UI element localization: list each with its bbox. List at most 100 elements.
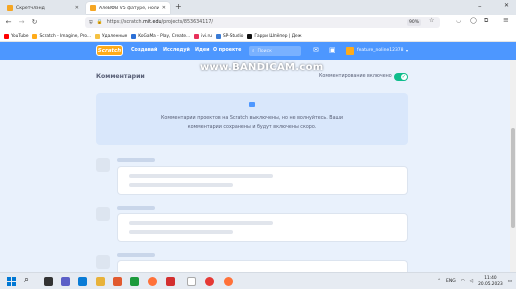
windows-taskbar: ⌕ ⌃ ENG ◠ ◁ 11:40 20.05.2023 ▭ (0, 272, 516, 289)
info-icon (249, 102, 255, 107)
skeleton-line (129, 183, 233, 187)
skeleton-line (129, 221, 273, 225)
skeleton-comment-card (117, 213, 408, 242)
bookmark-label: Удаленные (101, 33, 128, 39)
bookmark-label: KoGaMa - Play, Create... (138, 33, 191, 39)
back-icon[interactable]: ← (4, 18, 13, 26)
scratch-icon (32, 33, 38, 39)
firefox-icon[interactable] (148, 277, 157, 286)
scratch-logo[interactable]: Scratch (96, 45, 123, 56)
reload-icon[interactable]: ↻ (30, 18, 39, 26)
edge-icon[interactable] (78, 277, 87, 286)
file-explorer-icon[interactable] (96, 277, 105, 286)
nav-ideas[interactable]: Идеи (195, 42, 210, 60)
bookmark-label: SP-Studio (222, 33, 244, 39)
skeleton-avatar (96, 207, 110, 221)
search-icon[interactable]: ⌕ (24, 275, 29, 285)
bookmark-scratch[interactable]: Scratch - Imagine, Pro... (32, 33, 91, 39)
scratch-favicon-icon (7, 5, 13, 11)
bookmark-kogama[interactable]: KoGaMa - Play, Create... (131, 33, 191, 39)
nav-about[interactable]: О проекте (213, 42, 241, 60)
system-tray: ⌃ ENG ◠ ◁ 11:40 20.05.2023 ▭ (437, 273, 512, 289)
wifi-icon[interactable]: ◠ (461, 279, 465, 284)
bookmark-label: Гарри Шпёпер | Деж (254, 33, 302, 39)
nav-create[interactable]: Создавай (131, 42, 157, 60)
my-stuff-icon[interactable]: ▣ (329, 46, 336, 54)
sp-studio-icon (215, 33, 221, 39)
account-icon[interactable]: ◯ (470, 17, 477, 24)
chevron-up-icon[interactable]: ⌃ (437, 279, 441, 284)
firefox-active-icon[interactable] (224, 277, 233, 286)
tab-scratchland[interactable]: Скретчлэнд ✕ (3, 2, 83, 14)
menu-icon[interactable]: ≡ (503, 16, 509, 24)
bookmark-ivi[interactable]: ivi.ru (194, 33, 212, 39)
bookmark-harry[interactable]: Гарри Шпёпер | Деж (247, 33, 302, 39)
notice-line: комментарии сохранены и будут включены с… (187, 125, 317, 130)
bookmark-label: Scratch - Imagine, Pro... (39, 33, 91, 39)
youtube-icon (4, 33, 9, 39)
tab-project[interactable]: АлеВФВ V5 фатуре, нолинс ✕ (86, 2, 170, 14)
app-icon[interactable] (166, 277, 175, 286)
skeleton-username (117, 206, 155, 210)
comments-toggle-label: Комментирование включено (319, 74, 392, 79)
comments-title: Комментарии (96, 73, 145, 80)
page-scrollbar[interactable] (510, 60, 516, 272)
comments-disabled-notice: Комментарии проектов на Scratch выключен… (96, 93, 408, 145)
browser-tab-bar: Скретчлэнд ✕ АлеВФВ V5 фатуре, нолинс ✕ … (0, 0, 516, 15)
skeleton-username (117, 158, 155, 162)
address-bar[interactable]: ⛨ 🔒 https://scratch.mit.edu/projects/853… (85, 17, 440, 28)
skeleton-comment-card (117, 166, 408, 195)
close-tab-icon[interactable]: ✕ (162, 5, 166, 11)
tab-label: Скретчлэнд (16, 5, 45, 11)
zoom-level[interactable]: 90% (407, 19, 422, 26)
teams-icon[interactable] (61, 277, 70, 286)
clock-date: 20.05.2023 (478, 281, 503, 287)
bookmark-sp-studio[interactable]: SP-Studio (215, 33, 244, 39)
notice-line: Комментарии проектов на Scratch выключен… (160, 116, 344, 121)
bookmarks-bar: YouTube Scratch - Imagine, Pro... Удален… (0, 31, 516, 42)
messages-icon[interactable]: ✉ (313, 46, 319, 54)
task-view-icon[interactable] (44, 277, 53, 286)
forward-icon[interactable]: → (17, 18, 26, 26)
bandicam-watermark: www.BANDICAM.com (200, 62, 324, 73)
skeleton-line (129, 230, 233, 234)
notifications-icon[interactable]: ▭ (508, 279, 512, 284)
opera-icon[interactable] (205, 277, 214, 286)
comments-toggle[interactable]: ✓ (394, 73, 408, 81)
skeleton-line (129, 174, 273, 178)
scratch-header: Scratch Создавай Исследуй Идеи О проекте… (0, 42, 516, 60)
app-icon[interactable] (130, 277, 139, 286)
nav-explore[interactable]: Исследуй (163, 42, 190, 60)
search-input[interactable]: ⌕ Поиск (249, 46, 301, 56)
language-indicator[interactable]: ENG (446, 279, 456, 284)
app-icon[interactable] (187, 277, 196, 286)
clock[interactable]: 11:40 20.05.2023 (478, 276, 503, 287)
volume-icon[interactable]: ◁ (470, 279, 473, 284)
notice-text: Комментарии проектов на Scratch выключен… (96, 114, 408, 132)
pocket-icon[interactable]: ◡ (456, 17, 461, 24)
search-placeholder: Поиск (257, 48, 272, 54)
scratch-favicon-icon (90, 5, 96, 11)
extensions-icon[interactable]: ⧉ (484, 17, 488, 25)
kogama-icon (131, 33, 137, 39)
bookmark-icon (247, 33, 253, 39)
close-window-icon[interactable]: ✕ (504, 2, 509, 9)
bookmark-label: ivi.ru (201, 33, 212, 39)
store-icon[interactable] (113, 277, 122, 286)
bookmark-star-icon[interactable]: ☆ (429, 17, 434, 24)
bookmark-deleted[interactable]: Удаленные (94, 33, 128, 39)
bookmark-youtube[interactable]: YouTube (4, 33, 28, 39)
windows-start-icon[interactable] (7, 277, 16, 286)
url-text: https://scratch.mit.edu/projects/8536341… (106, 20, 213, 25)
check-icon: ✓ (401, 74, 406, 80)
ivi-icon (194, 33, 200, 39)
browser-toolbar: ← → ↻ ⛨ 🔒 https://scratch.mit.edu/projec… (0, 15, 516, 31)
chevron-down-icon[interactable]: ▾ (406, 42, 408, 60)
username[interactable]: feature_noline12378 (357, 42, 404, 60)
minimize-icon[interactable]: – (478, 2, 482, 10)
close-tab-icon[interactable]: ✕ (75, 5, 79, 11)
skeleton-avatar (96, 158, 110, 172)
scrollbar-thumb[interactable] (511, 128, 515, 228)
avatar[interactable] (346, 47, 354, 55)
new-tab-button[interactable]: + (175, 2, 182, 11)
